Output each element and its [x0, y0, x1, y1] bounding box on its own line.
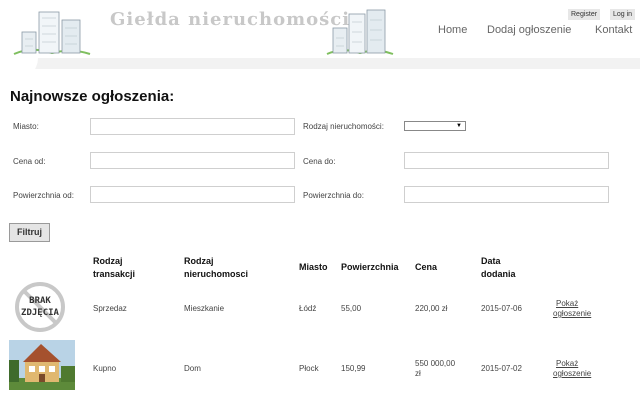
show-listing-link[interactable]: Pokaż ogłoszenie [553, 359, 591, 379]
property-type-label: Rodzaj nieruchomości: [303, 122, 384, 131]
row-city: Łódź [299, 304, 317, 313]
row-date: 2015-07-02 [481, 364, 522, 373]
login-link[interactable]: Log in [610, 9, 636, 20]
site-title: Giełda nieruchomości [110, 9, 351, 30]
house-photo-icon [9, 340, 75, 390]
show-listing-link[interactable]: Pokaż ogłoszenie [553, 299, 591, 319]
column-header-property-type: Rodzaj nieruchomosci [184, 255, 248, 281]
column-header-line: transakcji [93, 269, 136, 279]
nav-add-listing-link[interactable]: Dodaj ogłoszenie [487, 24, 571, 36]
header-divider [0, 58, 640, 69]
row-area: 55,00 [341, 304, 362, 313]
price-from-label: Cena od: [13, 157, 46, 166]
no-photo-text-line: BRAK [29, 296, 51, 306]
nav-contact-link[interactable]: Kontakt [595, 24, 632, 36]
row-property-type: Dom [184, 364, 201, 373]
row-price: 550 000,00 zł [415, 359, 455, 379]
nav-home-link[interactable]: Home [438, 24, 467, 36]
area-to-input[interactable] [404, 186, 609, 203]
area-to-label: Powierzchnia do: [303, 191, 364, 200]
row-price: 220,00 zł [415, 304, 448, 313]
price-to-label: Cena do: [303, 157, 336, 166]
row-transaction: Kupno [93, 364, 117, 373]
row-city: Płock [299, 364, 319, 373]
area-from-input[interactable] [90, 186, 295, 203]
property-type-select[interactable]: ▼ [404, 121, 466, 131]
dropdown-arrow-icon: ▼ [456, 123, 462, 129]
price-from-input[interactable] [90, 152, 295, 169]
area-from-label: Powierzchnia od: [13, 191, 74, 200]
no-photo-text-line: ZDJĘCIA [21, 308, 60, 318]
register-link[interactable]: Register [568, 9, 601, 20]
price-line: 550 000,00 [415, 359, 456, 368]
link-line[interactable]: Pokaż [553, 299, 591, 309]
page-title: Najnowsze ogłoszenia: [10, 88, 175, 105]
column-header-date: Data dodania [481, 255, 516, 281]
column-header-price: Cena [415, 262, 438, 272]
row-date: 2015-07-06 [481, 304, 522, 313]
column-header-line: Rodzaj [184, 256, 214, 266]
column-header-line: dodania [481, 269, 516, 279]
buildings-decoration-icon [326, 9, 394, 55]
no-photo-circle-icon: BRAK ZDJĘCIA [15, 282, 65, 332]
filter-button[interactable]: Filtruj [9, 223, 50, 242]
row-transaction: Sprzedaz [93, 304, 127, 313]
city-input[interactable] [90, 118, 295, 135]
house-photo [9, 340, 75, 390]
column-header-area: Powierzchnia [341, 262, 399, 272]
column-header-line: nieruchomosci [184, 269, 249, 279]
no-photo-image: BRAK ZDJĘCIA [9, 281, 71, 333]
column-header-city: Miasto [299, 262, 328, 272]
link-line[interactable]: ogłoszenie [553, 369, 591, 379]
link-line[interactable]: ogłoszenie [553, 309, 591, 319]
price-to-input[interactable] [404, 152, 609, 169]
header-corner-decoration [0, 58, 38, 80]
column-header-transaction: Rodzaj transakcji [93, 255, 135, 281]
link-line[interactable]: Pokaż [553, 359, 591, 369]
column-header-line: Rodzaj [93, 256, 123, 266]
column-header-line: Data [481, 256, 501, 266]
price-line: zł [415, 369, 421, 378]
row-property-type: Mieszkanie [184, 304, 225, 313]
row-area: 150,99 [341, 364, 366, 373]
city-label: Miasto: [13, 122, 39, 131]
buildings-logo-icon [13, 11, 91, 55]
